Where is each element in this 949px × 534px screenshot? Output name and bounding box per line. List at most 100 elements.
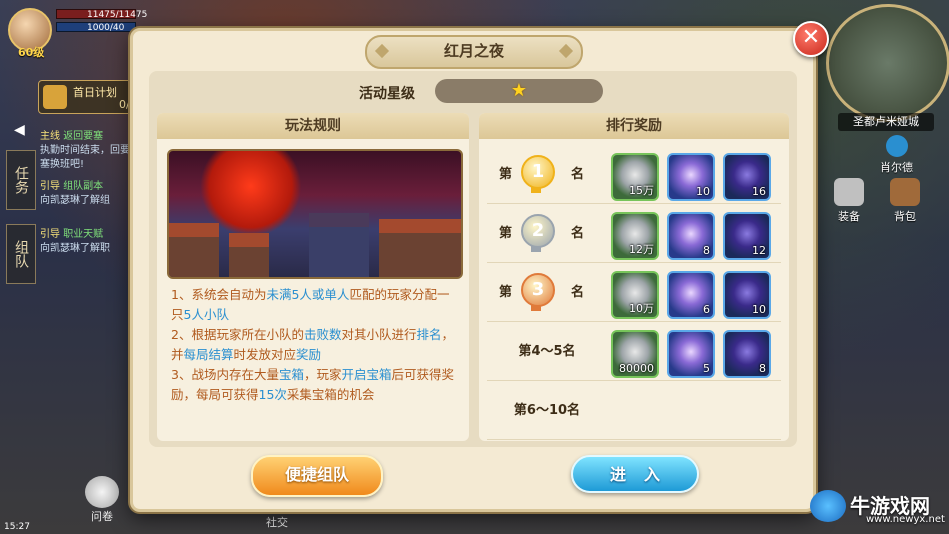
item-count: 10万 xyxy=(629,302,654,315)
daily-plan-progress: 0/ xyxy=(119,98,130,111)
tab-team[interactable]: 组队 xyxy=(6,224,36,284)
quest-tag: 引导 xyxy=(40,181,60,192)
ornament-icon xyxy=(558,43,574,59)
purple-crystal-item[interactable]: 5 xyxy=(667,330,715,378)
rank-prefix: 第 xyxy=(499,285,513,300)
purple-crystal-item[interactable]: 8 xyxy=(667,212,715,260)
scene-house xyxy=(309,213,369,277)
rule-line: 3、战场内存在大量宝箱，玩家开启宝箱后可获得奖励，每局可获得15次采集宝箱的机会 xyxy=(171,365,461,405)
rank-row: 第 2 名 12万 8 12 xyxy=(487,206,781,263)
rules-text: 1、系统会自动为未满5人或单人匹配的玩家分配一只5人小队 2、根据玩家所在小队的击… xyxy=(171,285,461,405)
watermark: 牛游戏网 www.newyx.net xyxy=(810,488,945,530)
quest-title: 返回要塞 xyxy=(63,131,104,142)
tab-task[interactable]: 任务 xyxy=(6,150,36,210)
red-moon-scene-image xyxy=(167,149,463,279)
rule-line: 1、系统会自动为未满5人或单人匹配的玩家分配一只5人小队 xyxy=(171,285,461,325)
rank-suffix: 名 xyxy=(571,285,585,300)
item-count: 15万 xyxy=(629,184,654,197)
rules-header: 玩法规则 xyxy=(157,113,469,139)
rule-highlight: 5人小队 xyxy=(183,307,229,322)
quest-item[interactable]: 引导 组队副本 向凯瑟琳了解组 xyxy=(40,180,138,208)
daily-plan-icon xyxy=(43,85,67,109)
purple-crystal-item[interactable]: 10 xyxy=(667,153,715,201)
rank-medal-icon: 3 xyxy=(521,273,555,307)
purple-crystal-item[interactable]: 6 xyxy=(667,271,715,319)
item-count: 10 xyxy=(752,303,766,316)
rules-panel: 玩法规则 1、系统会自动为未满5人或单人匹配的玩家分配一只5人小队 2、根据玩家所… xyxy=(157,113,469,441)
questionnaire-button[interactable]: 问卷 xyxy=(82,476,122,526)
event-modal: 红月之夜 ✕ 活动星级 ★ 玩法规则 1、系统会自动为未满5人或单人匹配的玩家分… xyxy=(130,21,829,512)
rule-highlight: 15次 xyxy=(258,387,287,402)
social-label[interactable]: 社交 xyxy=(266,514,288,530)
player-level: 60级 xyxy=(18,46,45,59)
rank-range-label: 第4～5名 xyxy=(518,344,576,359)
rule-text: 对其小队进行 xyxy=(341,327,417,342)
dark-gem-item[interactable]: 16 xyxy=(723,153,771,201)
item-count: 8 xyxy=(703,244,710,257)
item-count: 16 xyxy=(752,185,766,198)
rank-row: 第 1 名 15万 10 16 xyxy=(487,147,781,204)
rule-text: 时发放对应 xyxy=(233,347,297,362)
rule-text: 1、系统会自动为 xyxy=(171,287,267,302)
rank-suffix: 名 xyxy=(571,167,585,182)
quest-item[interactable]: 主线 返回要塞执勤时间结束，回要塞换班吧! xyxy=(40,130,138,172)
bag-icon xyxy=(890,178,920,206)
enter-button[interactable]: 进入 xyxy=(571,455,699,493)
rule-highlight: 开启宝箱 xyxy=(341,367,392,382)
npc-button[interactable]: 肖尔德 xyxy=(880,135,913,175)
rule-highlight: 排名 xyxy=(416,327,442,342)
equip-icon xyxy=(834,178,864,206)
rank-range-label: 第6～10名 xyxy=(513,403,581,418)
dark-gem-item[interactable]: 12 xyxy=(723,212,771,260)
quest-desc: 向凯瑟琳了解职 xyxy=(40,243,110,254)
bag-label: 背包 xyxy=(894,210,916,223)
dark-gem-item[interactable]: 10 xyxy=(723,271,771,319)
quick-team-button[interactable]: 便捷组队 xyxy=(251,455,383,497)
equip-button[interactable]: 装备 xyxy=(834,178,864,224)
quest-desc: 执勤时间结束，回要塞换班吧! xyxy=(40,145,130,170)
rule-text: 2、根据玩家所在小队的 xyxy=(171,327,304,342)
watermark-url: www.newyx.net xyxy=(866,514,945,525)
rank-row: 第6～10名 xyxy=(487,383,781,440)
close-button[interactable]: ✕ xyxy=(793,21,829,57)
scene-house xyxy=(379,219,461,277)
questionnaire-label: 问卷 xyxy=(91,510,113,523)
item-count: 12万 xyxy=(629,243,654,256)
scene-house xyxy=(169,223,219,277)
minimap[interactable] xyxy=(826,4,949,122)
item-count: 10 xyxy=(696,185,710,198)
npc-label: 肖尔德 xyxy=(880,161,913,174)
rule-highlight: 未满5人或单人 xyxy=(266,287,350,302)
quest-title: 组队副本 xyxy=(63,181,104,192)
rank-prefix: 第 xyxy=(499,226,513,241)
equip-label: 装备 xyxy=(838,210,860,223)
rule-highlight: 宝箱 xyxy=(278,367,304,382)
rank-row: 第4～5名 80000 5 8 xyxy=(487,324,781,381)
rule-highlight: 奖励 xyxy=(296,347,322,362)
rewards-header: 排行奖励 xyxy=(479,113,789,139)
cow-logo-icon xyxy=(810,490,846,522)
silver-coin-item[interactable]: 80000 xyxy=(611,330,659,378)
clock: 15:27 xyxy=(4,522,30,532)
daily-plan-button[interactable]: 首日计划 0/ xyxy=(38,80,140,114)
bag-button[interactable]: 背包 xyxy=(890,178,920,224)
hp-bar: 11475/11475 xyxy=(56,9,147,20)
quest-item[interactable]: 引导 职业天赋 向凯瑟琳了解职 xyxy=(40,228,138,256)
silver-coin-item[interactable]: 15万 xyxy=(611,153,659,201)
scroll-icon xyxy=(85,476,119,508)
star-rating: ★ xyxy=(435,79,603,103)
collapse-arrow-icon[interactable]: ◀ xyxy=(14,122,32,140)
rewards-panel: 排行奖励 第 1 名 15万 10 16 第 2 名 12万 8 12 第 3 名 10万 6 10 第4～5名 80… xyxy=(479,113,789,441)
silver-coin-item[interactable]: 12万 xyxy=(611,212,659,260)
quest-list[interactable]: 主线 返回要塞 执勤时间结束，回要塞换班吧! 引导 组队副本 向凯瑟琳了解组 引导 … xyxy=(40,130,138,256)
dark-gem-item[interactable]: 8 xyxy=(723,330,771,378)
quest-title: 职业天赋 xyxy=(63,229,104,240)
modal-title: 红月之夜 xyxy=(443,42,504,60)
star-label: 活动星级 xyxy=(359,86,415,102)
quest-tag: 主线 xyxy=(40,131,60,142)
item-count: 5 xyxy=(703,362,710,375)
rule-highlight: 每局结算 xyxy=(183,347,234,362)
rank-medal-icon: 2 xyxy=(521,214,555,248)
rule-text: 采集宝箱的机会 xyxy=(286,387,375,402)
silver-coin-item[interactable]: 10万 xyxy=(611,271,659,319)
